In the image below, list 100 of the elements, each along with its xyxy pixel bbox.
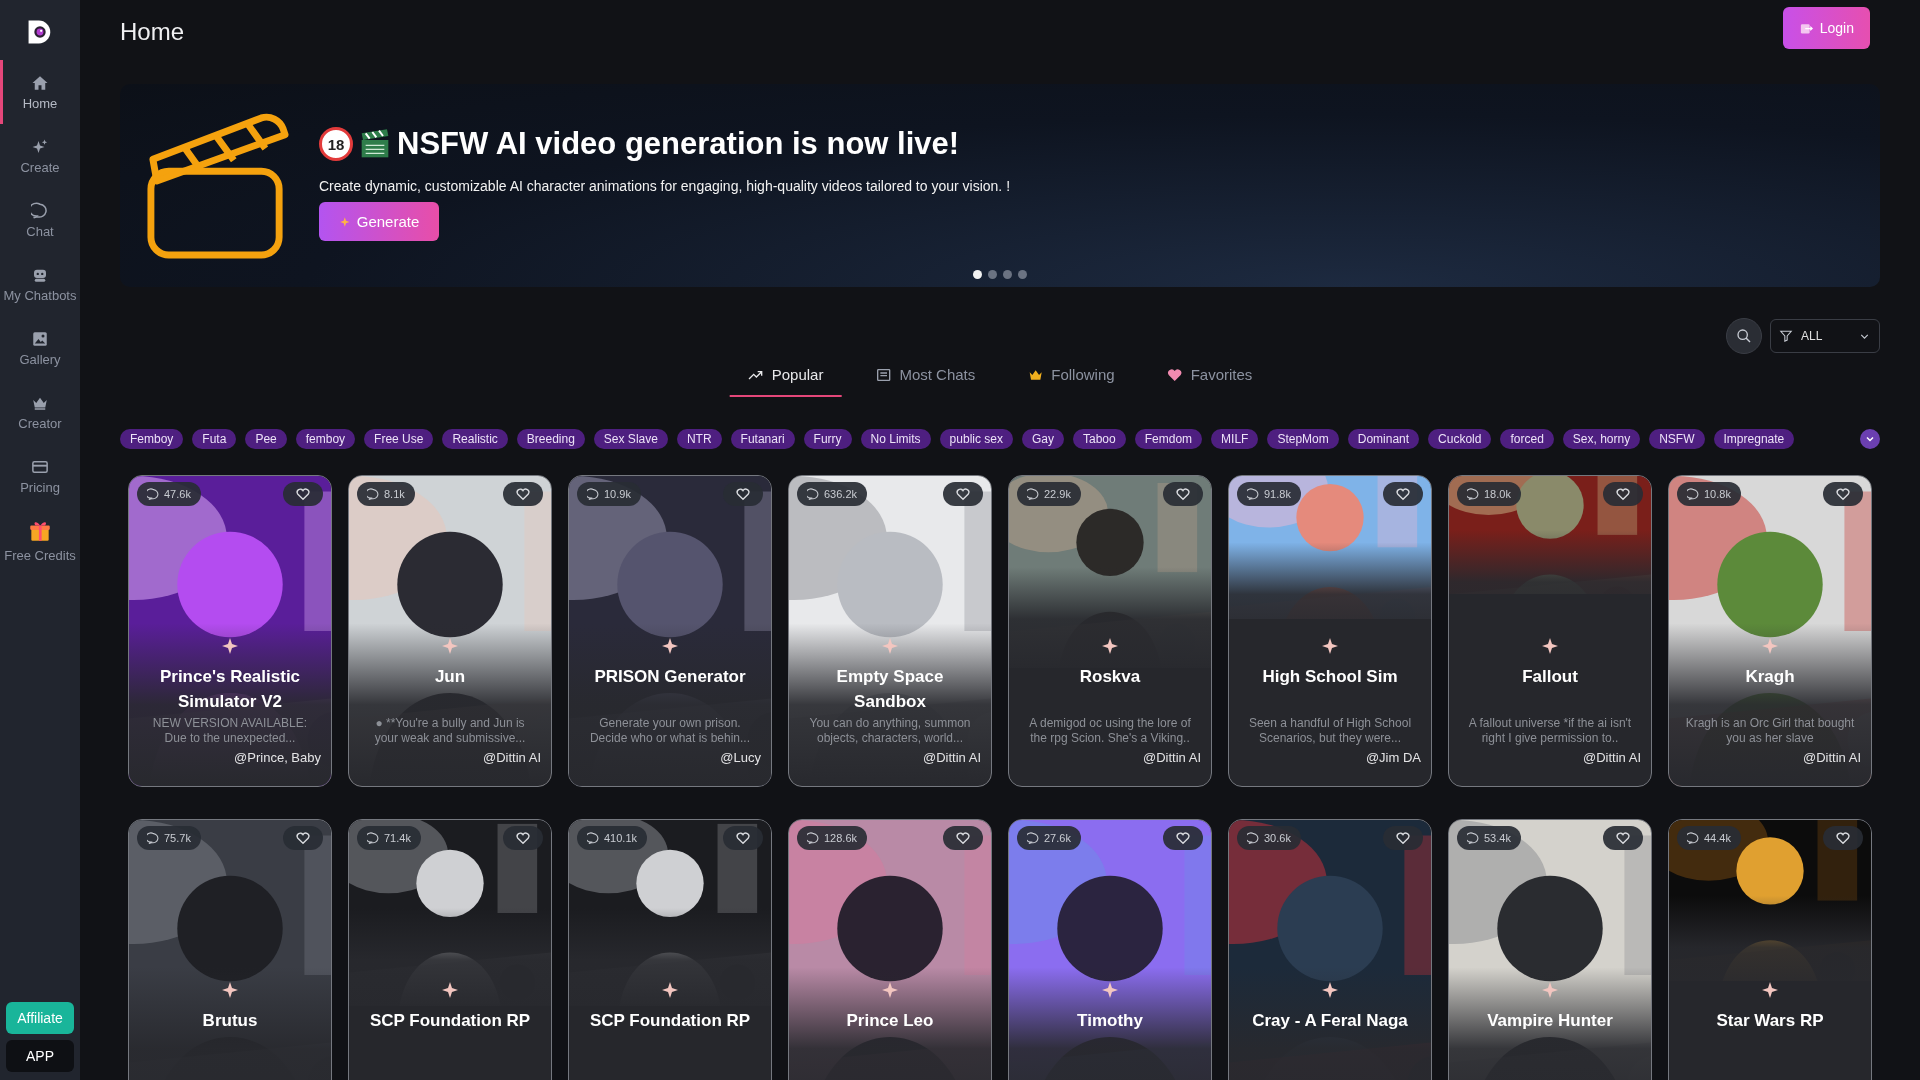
favorite-button[interactable]	[283, 482, 323, 506]
character-card[interactable]: 128.6k Prince Leo	[788, 819, 992, 1080]
character-card[interactable]: 8.1k Jun ● **You're a bully and Jun is your weak and submissive... @Dittin AI	[348, 475, 552, 787]
author-name[interactable]: @Lucy	[720, 750, 761, 765]
sparkle-icon	[442, 638, 458, 654]
character-card[interactable]: 10.9k PRISON Generator Generate your own prison. Decide who or what is behin... @Lucy	[568, 475, 772, 787]
sparkle-icon	[442, 982, 458, 998]
tag-chip[interactable]: Impregnate	[1713, 429, 1795, 449]
favorite-button[interactable]	[1383, 826, 1423, 850]
card-title: Vampire Hunter	[1487, 1010, 1613, 1032]
character-card[interactable]: 44.4k Star Wars RP	[1668, 819, 1872, 1080]
nav-item[interactable]: Creator	[0, 380, 80, 444]
favorite-button[interactable]	[1163, 482, 1203, 506]
character-card[interactable]: 410.1k SCP Foundation RP	[568, 819, 772, 1080]
nav-item[interactable]: Create	[0, 124, 80, 188]
tab[interactable]: Following	[1009, 354, 1133, 397]
chat-count: 47.6k	[137, 482, 201, 506]
tag-chip[interactable]: Dominant	[1347, 429, 1420, 449]
tab[interactable]: Favorites	[1148, 354, 1271, 397]
card-description: A demigod oc using the lore of the rpg Scion. She's a Viking..	[1028, 716, 1192, 746]
nav-item[interactable]: Chat	[0, 188, 80, 252]
favorite-button[interactable]	[1823, 482, 1863, 506]
tag-chip[interactable]: Furry	[803, 429, 852, 449]
chat-count: 53.4k	[1457, 826, 1521, 850]
expand-button[interactable]	[1860, 429, 1880, 449]
character-card[interactable]: 75.7k Brutus	[128, 819, 332, 1080]
character-card[interactable]: 22.9k Roskva A demigod oc using the lore of the rpg Scion. She's a Viking.. @Dittin AI	[1008, 475, 1212, 787]
character-card[interactable]: 71.4k SCP Foundation RP	[348, 819, 552, 1080]
character-card[interactable]: 91.8k High School Sim Seen a handful of High School Scenarios, but they were... @Jim DA	[1228, 475, 1432, 787]
tag-chip[interactable]: Sex Slave	[593, 429, 668, 449]
author-name[interactable]: @Dittin AI	[1143, 750, 1201, 765]
tag-chip[interactable]: NTR	[676, 429, 722, 449]
filter-dropdown[interactable]: ALL	[1770, 319, 1880, 353]
tag-chip[interactable]: Cuckold	[1428, 429, 1492, 449]
tag-chip[interactable]: Femdom	[1134, 429, 1203, 449]
tag-chip[interactable]: public sex	[939, 429, 1013, 449]
image-icon	[31, 329, 49, 348]
author-name[interactable]: @Dittin AI	[923, 750, 981, 765]
tag-chip[interactable]: femboy	[295, 429, 356, 449]
generate-button[interactable]: Generate	[319, 202, 439, 241]
tag-chip[interactable]: forced	[1500, 429, 1554, 449]
app-button[interactable]: APP	[6, 1040, 74, 1072]
carousel-dot[interactable]	[1018, 270, 1027, 279]
tag-chip[interactable]: No Limits	[860, 429, 931, 449]
character-card[interactable]: 30.6k Cray - A Feral Naga	[1228, 819, 1432, 1080]
nav-item[interactable]: Home	[0, 60, 80, 124]
tag-chip[interactable]: Femboy	[120, 429, 184, 449]
banner-text: Create dynamic, customizable AI character animations for engaging, high-quality videos tailored to your vision. !	[319, 178, 1011, 194]
chat-icon	[367, 831, 380, 845]
favorite-button[interactable]	[943, 826, 983, 850]
favorite-button[interactable]	[723, 482, 763, 506]
character-card[interactable]: 47.6k Prince's Realistic Simulator V2 NEW VERSION AVAILABLE: Due to the unexpected... @Prince, Baby	[128, 475, 332, 787]
favorite-button[interactable]	[1163, 826, 1203, 850]
heart-icon	[515, 830, 531, 846]
tag-chip[interactable]: Sex, horny	[1562, 429, 1641, 449]
favorite-button[interactable]	[1603, 826, 1643, 850]
favorite-button[interactable]	[503, 482, 543, 506]
search-button[interactable]	[1726, 318, 1762, 354]
tag-chip[interactable]: StepMom	[1267, 429, 1339, 449]
tag-chip[interactable]: Pee	[245, 429, 287, 449]
carousel-dot[interactable]	[973, 270, 982, 279]
tag-chip[interactable]: MILF	[1211, 429, 1259, 449]
favorite-button[interactable]	[723, 826, 763, 850]
chat-icon	[807, 831, 820, 845]
character-card[interactable]: 53.4k Vampire Hunter	[1448, 819, 1652, 1080]
nav-item[interactable]: Free Credits	[0, 508, 80, 572]
card-title: Prince's Realistic Simulator V2	[158, 666, 302, 713]
chat-icon	[587, 831, 600, 845]
tag-chip[interactable]: Taboo	[1073, 429, 1126, 449]
character-card[interactable]: 636.2k Empty Space Sandbox You can do anything, summon objects, characters, world... @Dittin AI	[788, 475, 992, 787]
character-card[interactable]: 10.8k Kragh Kragh is an Orc Girl that bought you as her slave @Dittin AI	[1668, 475, 1872, 787]
favorite-button[interactable]	[503, 826, 543, 850]
author-name[interactable]: @Dittin AI	[483, 750, 541, 765]
nav-item[interactable]: My Chatbots	[0, 252, 80, 316]
tag-chip[interactable]: Free Use	[364, 429, 434, 449]
login-button[interactable]: Login	[1782, 7, 1870, 49]
tag-chip[interactable]: Futa	[192, 429, 237, 449]
author-name[interactable]: @Prince, Baby	[234, 750, 321, 765]
character-card[interactable]: 27.6k Timothy	[1008, 819, 1212, 1080]
tag-chip[interactable]: Futanari	[730, 429, 795, 449]
carousel-dot[interactable]	[988, 270, 997, 279]
tag-chip[interactable]: Breeding	[516, 429, 585, 449]
tab[interactable]: Most Chats	[857, 354, 994, 397]
favorite-button[interactable]	[1603, 482, 1643, 506]
favorite-button[interactable]	[1383, 482, 1423, 506]
favorite-button[interactable]	[943, 482, 983, 506]
carousel-dot[interactable]	[1003, 270, 1012, 279]
author-name[interactable]: @Dittin AI	[1803, 750, 1861, 765]
tag-chip[interactable]: Realistic	[442, 429, 508, 449]
nav-item[interactable]: Gallery	[0, 316, 80, 380]
character-card[interactable]: 18.0k Fallout A fallout universe *if the ai isn't right I give permission to.. @Dittin AI	[1448, 475, 1652, 787]
author-name[interactable]: @Dittin AI	[1583, 750, 1641, 765]
tag-chip[interactable]: NSFW	[1649, 429, 1705, 449]
favorite-button[interactable]	[1823, 826, 1863, 850]
nav-item[interactable]: Pricing	[0, 444, 80, 508]
author-name[interactable]: @Jim DA	[1365, 750, 1421, 765]
favorite-button[interactable]	[283, 826, 323, 850]
chat-count: 22.9k	[1017, 482, 1081, 506]
tab[interactable]: Popular	[729, 354, 842, 397]
tag-chip[interactable]: Gay	[1022, 429, 1064, 449]
